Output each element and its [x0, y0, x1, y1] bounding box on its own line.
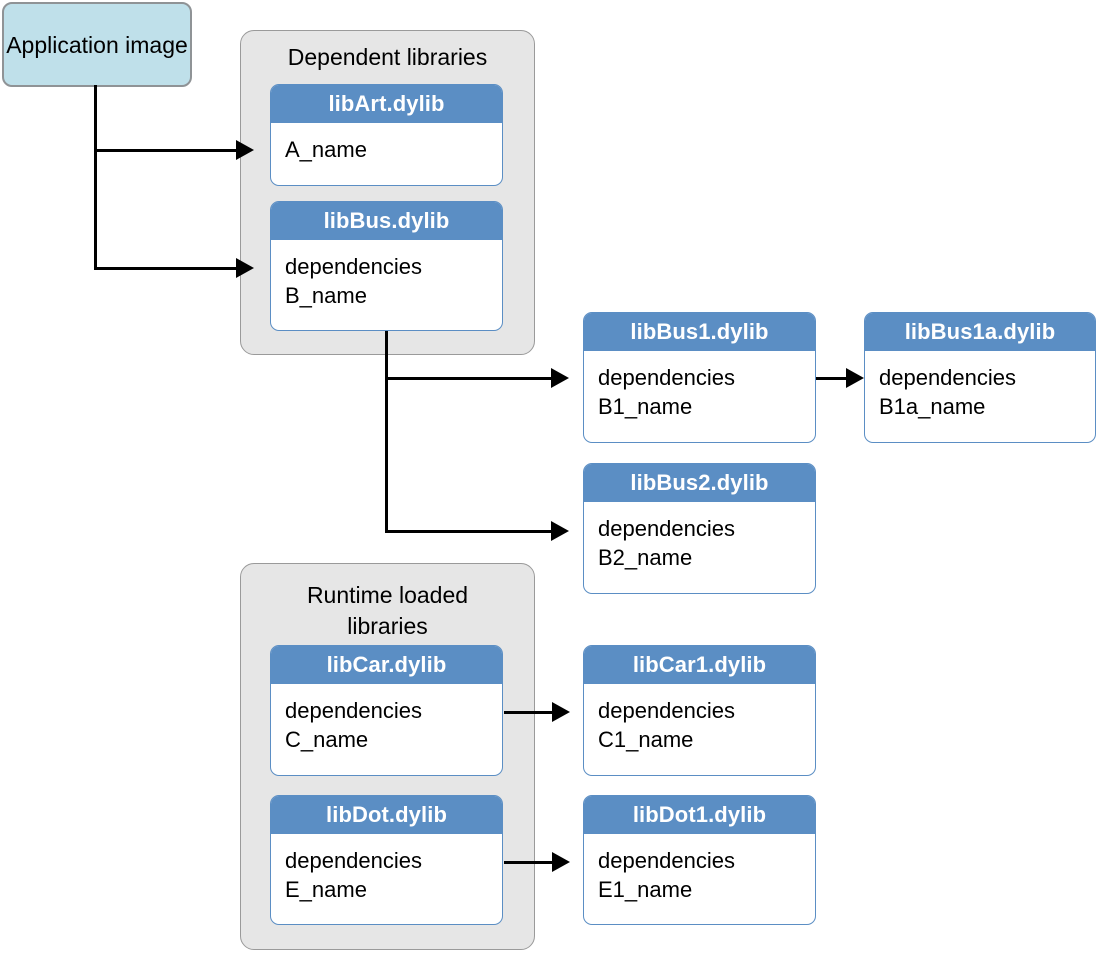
- connector-libbus-to-libbus2: [385, 530, 551, 533]
- libbus1-body: dependencies B1_name: [584, 351, 815, 421]
- node-libbus2[interactable]: libBus2.dylib dependencies B2_name: [583, 463, 816, 594]
- node-libcar[interactable]: libCar.dylib dependencies C_name: [270, 645, 503, 776]
- libbus1-title: libBus1.dylib: [584, 313, 815, 351]
- node-libbus1[interactable]: libBus1.dylib dependencies B1_name: [583, 312, 816, 443]
- libcar1-body: dependencies C1_name: [584, 684, 815, 754]
- arrowhead-libdot-to-libdot1: [552, 852, 570, 872]
- node-application-image[interactable]: Application image: [2, 2, 192, 87]
- arrowhead-libbus-to-libbus2: [551, 521, 569, 541]
- libdot1-title: libDot1.dylib: [584, 796, 815, 834]
- node-libdot[interactable]: libDot.dylib dependencies E_name: [270, 795, 503, 925]
- arrowhead-app-to-libbus: [236, 258, 254, 278]
- libcar-body: dependencies C_name: [271, 684, 502, 754]
- arrowhead-libcar-to-libcar1: [552, 702, 570, 722]
- libbus2-body: dependencies B2_name: [584, 502, 815, 572]
- node-libdot1[interactable]: libDot1.dylib dependencies E1_name: [583, 795, 816, 925]
- connector-libbus-to-libbus1: [385, 377, 551, 380]
- group-runtime-loaded-libraries-title: Runtime loaded libraries: [306, 582, 469, 639]
- libdot1-body: dependencies E1_name: [584, 834, 815, 904]
- libdot-title: libDot.dylib: [271, 796, 502, 834]
- arrowhead-libbus1-to-libbus1a: [846, 368, 864, 388]
- connector-libbus-trunk: [385, 331, 388, 533]
- connector-app-to-libbus: [94, 267, 236, 270]
- connector-libbus1-to-libbus1a: [816, 377, 846, 380]
- libdot-body: dependencies E_name: [271, 834, 502, 904]
- node-libart[interactable]: libArt.dylib A_name: [270, 84, 503, 186]
- libbus2-title: libBus2.dylib: [584, 464, 815, 502]
- arrowhead-libbus-to-libbus1: [551, 368, 569, 388]
- group-dependent-libraries-title: Dependent libraries: [287, 44, 488, 70]
- connector-libcar-to-libcar1: [504, 711, 552, 714]
- arrowhead-app-to-libart: [236, 140, 254, 160]
- libart-body: A_name: [271, 123, 502, 164]
- node-libcar1[interactable]: libCar1.dylib dependencies C1_name: [583, 645, 816, 776]
- libbus1a-title: libBus1a.dylib: [865, 313, 1095, 351]
- libcar1-title: libCar1.dylib: [584, 646, 815, 684]
- node-libbus[interactable]: libBus.dylib dependencies B_name: [270, 201, 503, 331]
- connector-libdot-to-libdot1: [504, 861, 552, 864]
- libbus1a-body: dependencies B1a_name: [865, 351, 1095, 421]
- connector-app-trunk: [94, 85, 97, 270]
- application-image-label: Application image: [6, 31, 188, 58]
- libbus-body: dependencies B_name: [271, 240, 502, 310]
- libbus-title: libBus.dylib: [271, 202, 502, 240]
- node-libbus1a[interactable]: libBus1a.dylib dependencies B1a_name: [864, 312, 1096, 443]
- libcar-title: libCar.dylib: [271, 646, 502, 684]
- libart-title: libArt.dylib: [271, 85, 502, 123]
- diagram-canvas: Application image Dependent libraries li…: [0, 0, 1098, 954]
- connector-app-to-libart: [94, 149, 236, 152]
